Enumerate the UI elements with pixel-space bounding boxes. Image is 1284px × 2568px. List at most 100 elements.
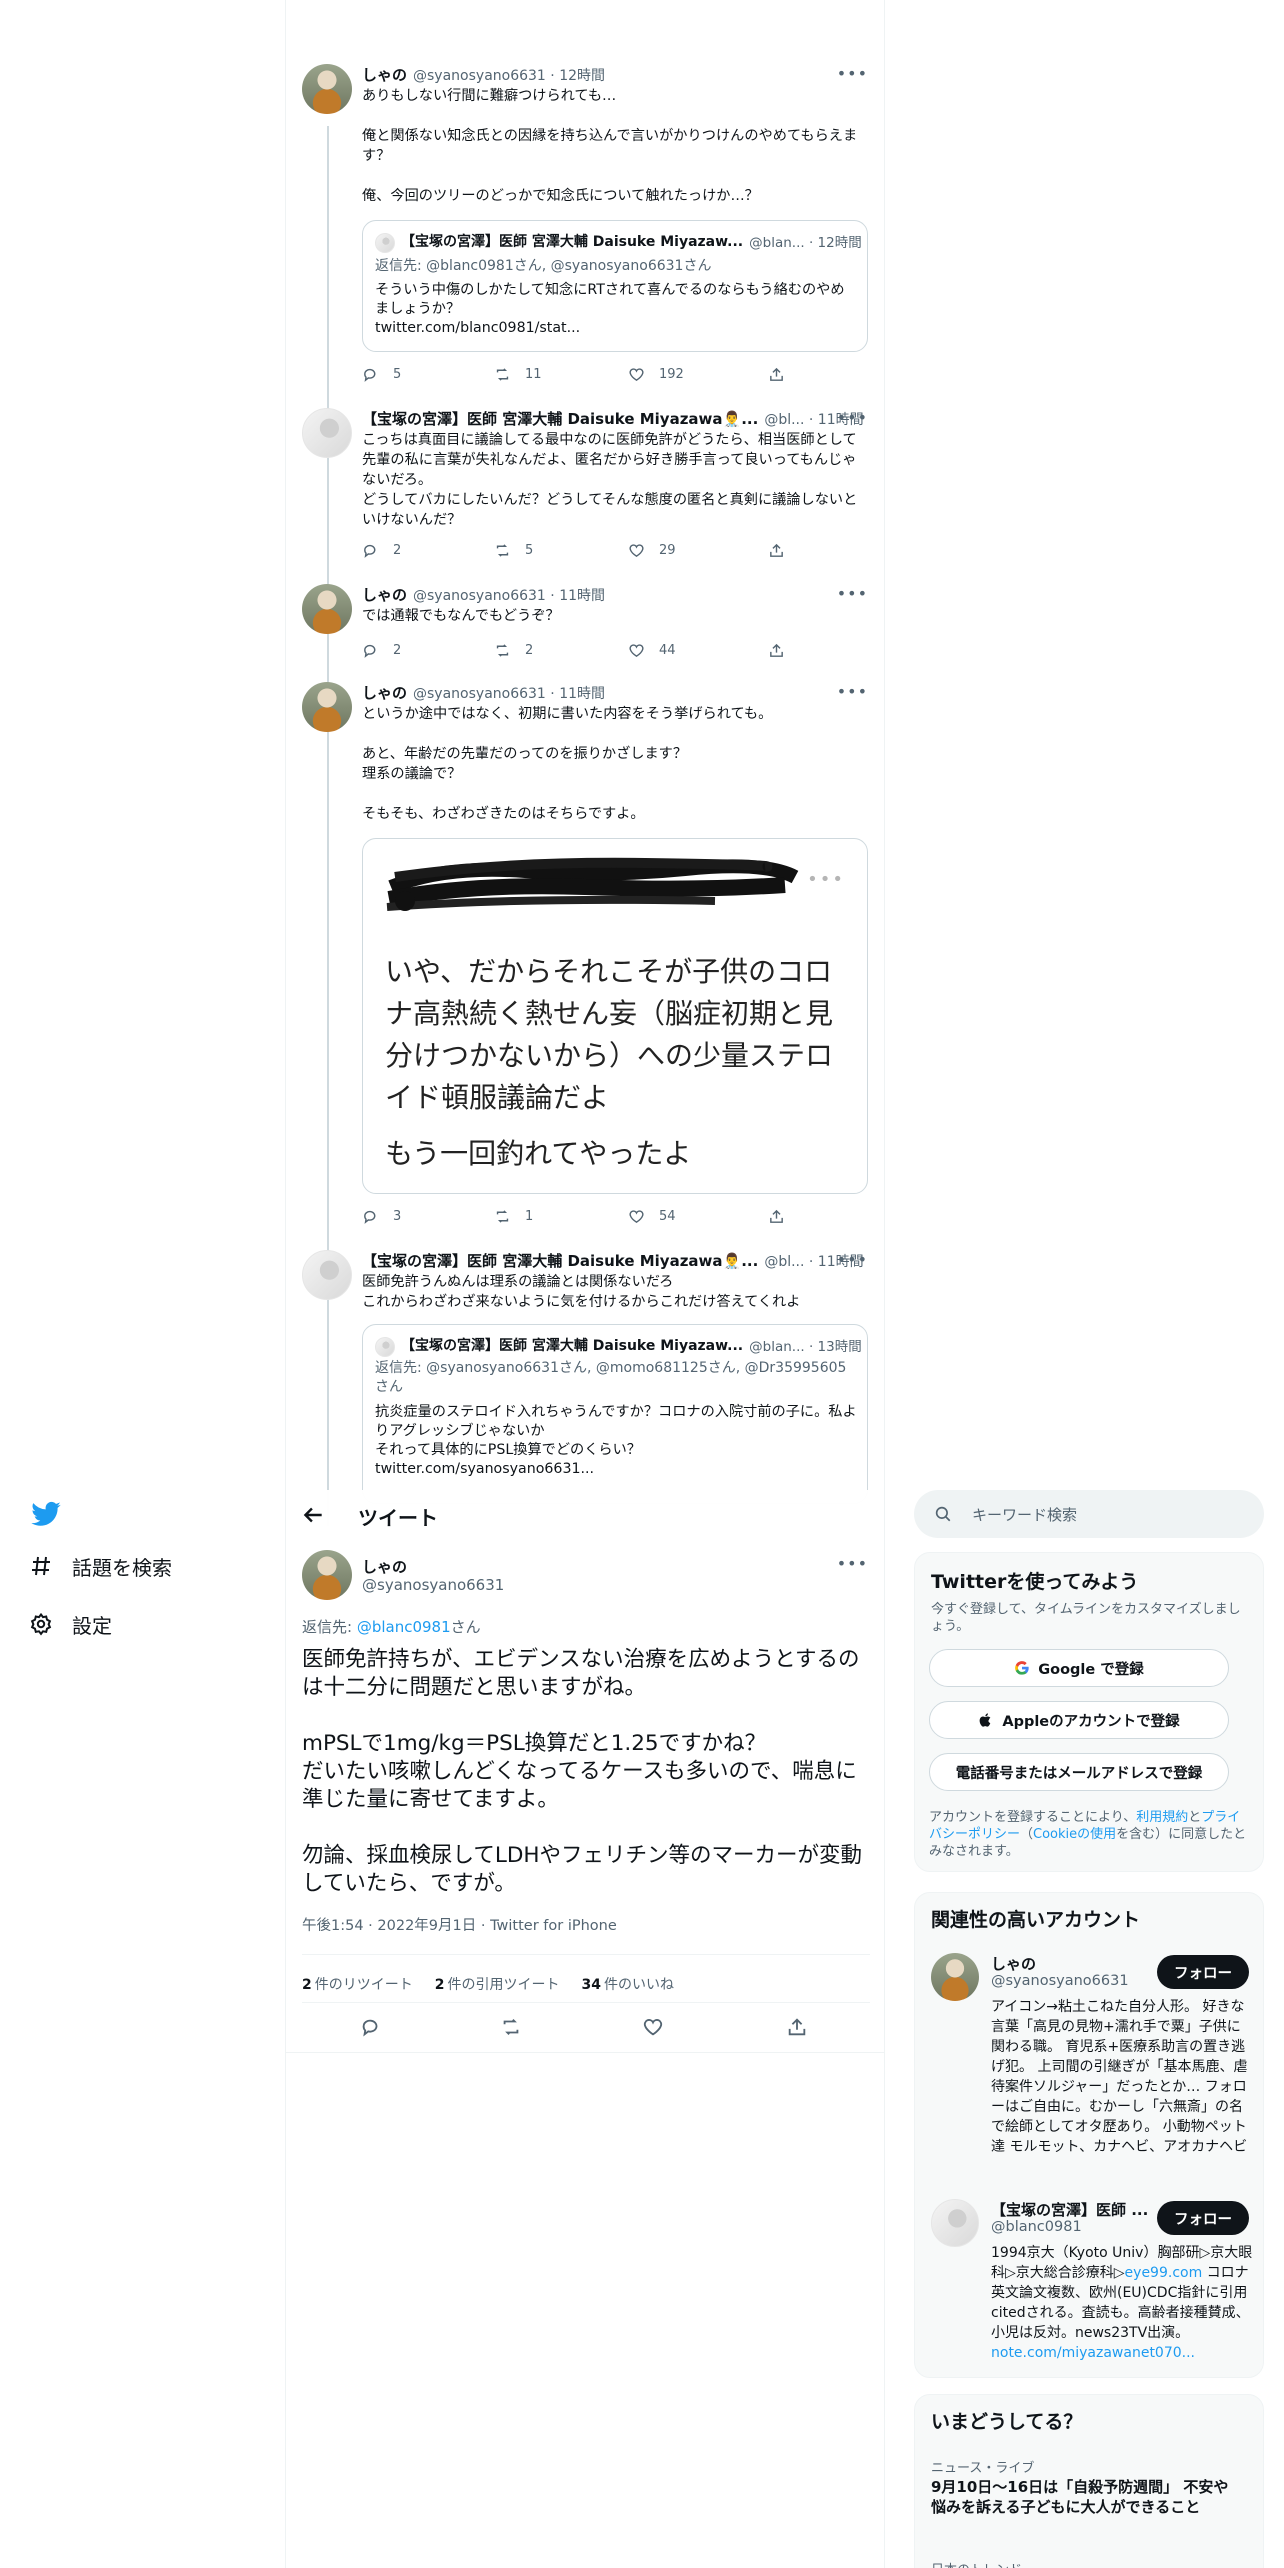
- reply-button[interactable]: 2: [362, 642, 401, 659]
- twitter-logo-icon[interactable]: [28, 1498, 64, 1530]
- follow-button[interactable]: フォロー: [1157, 1955, 1249, 1989]
- more-options-icon[interactable]: •••: [837, 1250, 868, 1269]
- retweet-stat[interactable]: 2 件のリツイート: [302, 1974, 413, 1994]
- apple-signup-button[interactable]: Appleのアカウントで登録: [929, 1701, 1229, 1739]
- share-icon[interactable]: [786, 2016, 808, 2038]
- quote-stat[interactable]: 2 件の引用ツイート: [435, 1974, 560, 1994]
- avatar[interactable]: [302, 1550, 352, 1600]
- like-button[interactable]: 29: [628, 542, 676, 559]
- display-name[interactable]: 【宝塚の宮澤】医師 宮澤大輔 Daisuke Miyazawa👨‍⚕️...: [362, 408, 758, 429]
- phone-email-signup-button[interactable]: 電話番号またはメールアドレスで登録: [929, 1753, 1229, 1791]
- thread-tweet-1[interactable]: しゃの @syanosyano6631 · 12時間 ••• ありもしない行間に…: [302, 64, 870, 394]
- heart-icon: [629, 1210, 644, 1224]
- display-name[interactable]: しゃの: [362, 682, 407, 703]
- heart-icon: [629, 644, 644, 658]
- retweet-button[interactable]: 11: [494, 366, 542, 383]
- thread-tweet-3[interactable]: しゃの @syanosyano6631 · 11時間 ••• では通報でもなんで…: [302, 584, 870, 674]
- share-button[interactable]: [768, 642, 785, 659]
- avatar[interactable]: [931, 1953, 979, 2001]
- terms-link[interactable]: 利用規約: [1136, 1810, 1188, 1825]
- apple-icon: [979, 1713, 991, 1727]
- more-options-icon[interactable]: •••: [837, 584, 868, 603]
- nav-settings-label: 設定: [72, 1613, 112, 1638]
- tweet-text: 医師免許持ちが、エビデンスない治療を広めようとするのは十二分に問題だと思いますが…: [302, 1647, 863, 1896]
- tweet-header: しゃの @syanosyano6631 · 11時間: [362, 682, 605, 703]
- signup-legal-text: アカウントを登録することにより、利用規約とプライバシーポリシー（Cookieの使…: [929, 1809, 1247, 1860]
- display-name[interactable]: しゃの: [362, 1556, 407, 1577]
- handle-time[interactable]: @syanosyano6631 · 11時間: [413, 585, 605, 605]
- like-button[interactable]: 44: [628, 642, 676, 659]
- like-count: 44: [659, 643, 676, 658]
- more-options-icon[interactable]: •••: [837, 64, 868, 83]
- account-handle[interactable]: @blanc0981: [991, 2219, 1082, 2235]
- back-arrow-icon[interactable]: [300, 1502, 326, 1528]
- avatar[interactable]: [302, 1250, 352, 1300]
- avatar[interactable]: [302, 64, 352, 114]
- handle-time[interactable]: @syanosyano6631 · 11時間: [413, 683, 605, 703]
- nav-explore[interactable]: 話題を検索: [28, 1544, 172, 1588]
- related-accounts-panel: 関連性の高いアカウント しゃの @syanosyano6631 フォロー アイコ…: [914, 1892, 1264, 2378]
- search-box[interactable]: キーワード検索: [914, 1490, 1264, 1538]
- avatar[interactable]: [931, 2199, 979, 2247]
- reply-icon[interactable]: [360, 2016, 382, 2038]
- bio-link-2[interactable]: note.com/miyazawanet070...: [991, 2345, 1195, 2361]
- reply-icon: [364, 544, 376, 558]
- account-handle[interactable]: @syanosyano6631: [991, 1973, 1129, 1989]
- tweet-stats: 2 件のリツイート 2 件の引用ツイート 34 件のいいね: [302, 1974, 674, 1994]
- like-stat[interactable]: 34 件のいいね: [582, 1974, 674, 1994]
- share-button[interactable]: [768, 1208, 785, 1225]
- display-name[interactable]: しゃの: [362, 64, 407, 85]
- reply-button[interactable]: 5: [362, 366, 401, 383]
- quoted-tweet[interactable]: 【宝塚の宮澤】医師 宮澤大輔 Daisuke Miyazaw... @blan.…: [362, 220, 868, 352]
- retweet-button[interactable]: 1: [494, 1208, 533, 1225]
- bio-link-1[interactable]: eye99.com: [1125, 2265, 1203, 2281]
- cookie-link[interactable]: Cookieの使用: [1033, 1827, 1116, 1842]
- like-button[interactable]: 54: [628, 1208, 676, 1225]
- reply-to-link[interactable]: @blanc0981: [357, 1618, 451, 1636]
- divider: [302, 1954, 870, 1955]
- quoted-tweet-text: 抗炎症量のステロイド入れちゃうんですか？コロナの入院寸前の子に。私よりアグレッシ…: [375, 1404, 857, 1477]
- hashtag-icon: [28, 1553, 54, 1579]
- retweet-button[interactable]: 5: [494, 542, 533, 559]
- retweet-button[interactable]: 2: [494, 642, 533, 659]
- redaction-scribble: [386, 857, 799, 911]
- like-button[interactable]: 192: [628, 366, 684, 383]
- more-options-icon[interactable]: •••: [837, 408, 868, 427]
- thread-tweet-5[interactable]: 【宝塚の宮澤】医師 宮澤大輔 Daisuke Miyazawa👨‍⚕️... @…: [302, 1250, 870, 1504]
- avatar[interactable]: [302, 682, 352, 732]
- image-text-2: もう一回釣れてやったよ: [385, 1137, 692, 1170]
- trends-title: いまどうしてる？: [931, 2411, 1083, 2433]
- nav-explore-label: 話題を検索: [72, 1555, 172, 1580]
- retweet-count: 2: [525, 643, 534, 658]
- handle-time[interactable]: @syanosyano6631 · 12時間: [413, 65, 605, 85]
- handle[interactable]: @syanosyano6631: [362, 1576, 504, 1594]
- focused-tweet: しゃの @syanosyano6631 ••• 返信先: @blanc0981さ…: [302, 1550, 870, 2060]
- more-options-icon[interactable]: •••: [837, 1554, 868, 1573]
- like-count: 29: [659, 543, 676, 558]
- display-name[interactable]: しゃの: [362, 584, 407, 605]
- account-name[interactable]: 【宝塚の宮澤】医師 ...: [991, 2199, 1148, 2220]
- more-options-icon[interactable]: •••: [837, 682, 868, 701]
- retweet-stat-count: 2: [302, 1977, 312, 1993]
- avatar[interactable]: [302, 408, 352, 458]
- avatar[interactable]: [302, 584, 352, 634]
- reply-button[interactable]: 3: [362, 1208, 401, 1225]
- account-name[interactable]: しゃの: [991, 1953, 1036, 1974]
- share-button[interactable]: [768, 366, 785, 383]
- tweet-text: というか途中ではなく、初期に書いた内容をそう挙げられても。 あと、年齢だの先輩だ…: [362, 706, 773, 822]
- thread-tweet-2[interactable]: 【宝塚の宮澤】医師 宮澤大輔 Daisuke Miyazawa👨‍⚕️... @…: [302, 408, 870, 568]
- retweet-icon[interactable]: [500, 2016, 522, 2038]
- share-icon: [770, 543, 783, 557]
- reply-button[interactable]: 2: [362, 542, 401, 559]
- column-divider-right: [884, 0, 885, 2568]
- quoted-tweet[interactable]: 【宝塚の宮澤】医師 宮澤大輔 Daisuke Miyazaw... @blan.…: [362, 1324, 868, 1504]
- attached-image[interactable]: ••• いや、だからそれこそが子供のコロナ高熱続く熱せん妄（脳症初期と見分けつか…: [362, 838, 868, 1194]
- google-signup-button[interactable]: Google で登録: [929, 1649, 1229, 1687]
- tweet-timestamp[interactable]: 午後1:54 · 2022年9月1日 · Twitter for iPhone: [302, 1914, 617, 1935]
- nav-settings[interactable]: 設定: [28, 1602, 112, 1646]
- follow-button[interactable]: フォロー: [1157, 2201, 1249, 2235]
- share-icon: [770, 643, 783, 657]
- display-name[interactable]: 【宝塚の宮澤】医師 宮澤大輔 Daisuke Miyazawa👨‍⚕️...: [362, 1250, 758, 1271]
- share-button[interactable]: [768, 542, 785, 559]
- heart-icon[interactable]: [642, 2016, 664, 2038]
